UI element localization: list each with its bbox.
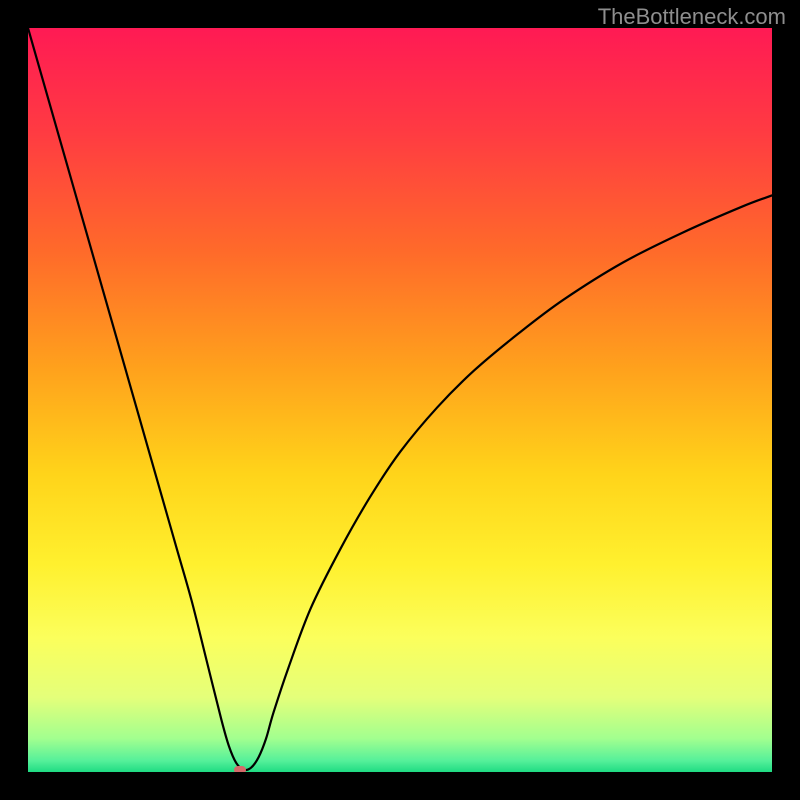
plot-area bbox=[28, 28, 772, 772]
minimum-marker bbox=[234, 766, 246, 772]
chart-frame: TheBottleneck.com bbox=[0, 0, 800, 800]
bottleneck-curve bbox=[28, 28, 772, 772]
watermark-label: TheBottleneck.com bbox=[598, 4, 786, 30]
